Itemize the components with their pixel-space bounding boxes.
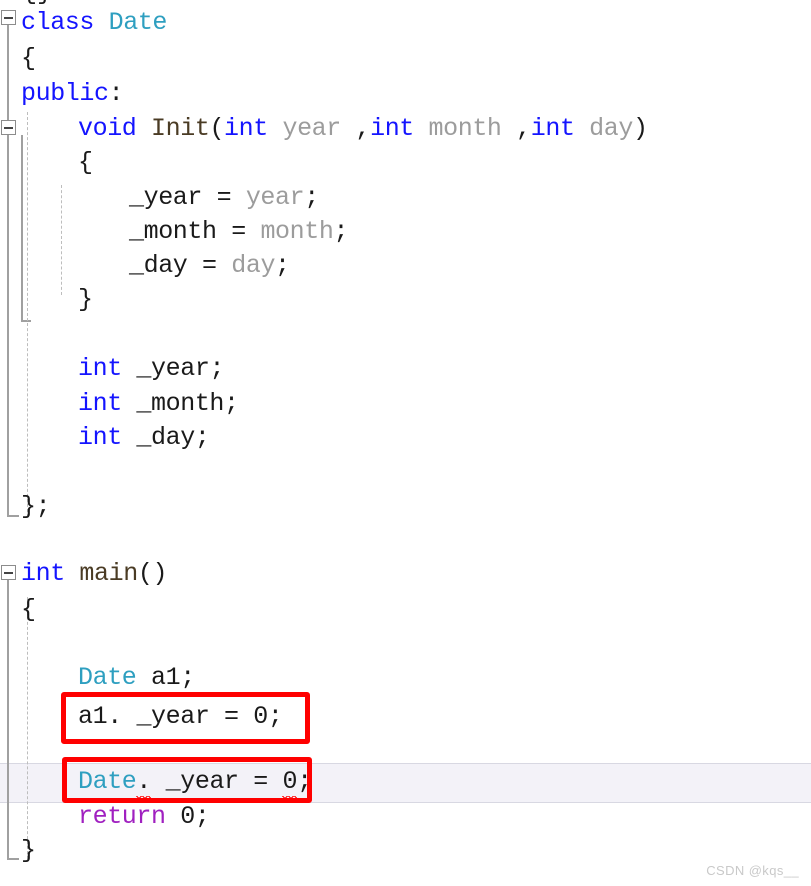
code-token: {: [21, 595, 36, 624]
code-token: main: [79, 559, 138, 588]
code-token: int: [370, 114, 429, 143]
code-token: int: [530, 114, 590, 143]
code-token: ,: [355, 114, 371, 143]
code-line[interactable]: void Init(int year ,int month ,int day): [78, 112, 648, 146]
code-token: int: [78, 354, 137, 383]
fold-toggle-class-date[interactable]: [1, 10, 16, 25]
fold-line-class-date: [7, 25, 9, 515]
indent-guide-main-body: [27, 597, 28, 859]
code-editor[interactable]: {} class Date { public: void Init(int ye…: [0, 0, 811, 886]
code-token: =: [216, 217, 261, 246]
code-token: ;: [275, 251, 290, 280]
code-token: }: [21, 836, 36, 865]
fold-foot-main-function: [7, 858, 19, 860]
code-token: =: [187, 251, 232, 280]
code-token: Init: [151, 114, 210, 143]
code-token: _year: [129, 183, 203, 212]
indent-guide-init-body: [61, 185, 62, 295]
code-token: ,: [516, 114, 531, 143]
code-token: month: [428, 114, 517, 143]
code-line[interactable]: int main(): [21, 557, 167, 591]
code-token-error: a1: [151, 663, 181, 692]
code-token: :: [108, 79, 124, 108]
code-token: _day: [136, 423, 195, 452]
code-token: ;: [224, 389, 239, 418]
code-token: _month: [129, 217, 217, 246]
code-line[interactable]: _year = year;: [129, 181, 319, 215]
code-token: year: [245, 183, 305, 212]
code-token: ;: [209, 354, 225, 383]
code-token: };: [21, 492, 51, 521]
code-token: int: [78, 423, 137, 452]
fold-toggle-main-function[interactable]: [1, 565, 16, 580]
code-token: Date: [108, 8, 168, 37]
code-line[interactable]: };: [21, 490, 51, 524]
code-token: day: [231, 251, 276, 280]
code-line[interactable]: int _year;: [78, 352, 224, 386]
code-line[interactable]: _day = day;: [129, 249, 290, 283]
code-line[interactable]: Date a1;: [78, 661, 195, 695]
code-token: class: [21, 8, 109, 37]
code-token: int: [21, 559, 80, 588]
code-token: month: [260, 217, 334, 246]
code-token: int: [224, 114, 283, 143]
code-line[interactable]: int _month;: [78, 387, 239, 421]
code-line[interactable]: _month = month;: [129, 215, 348, 249]
code-line[interactable]: int _day;: [78, 421, 210, 455]
code-line[interactable]: {: [78, 146, 93, 180]
code-token: ;: [304, 183, 319, 212]
code-token: _year: [136, 354, 210, 383]
code-token: return: [78, 802, 181, 831]
code-token: day: [589, 114, 633, 143]
code-token: int: [78, 389, 137, 418]
code-token: =: [202, 183, 246, 212]
fold-foot-init-method: [21, 320, 31, 322]
code-line[interactable]: public:: [21, 77, 124, 111]
code-token: _day: [129, 251, 188, 280]
code-line[interactable]: class Date: [21, 6, 167, 40]
indent-guide-class-body: [27, 112, 28, 517]
fold-toggle-init-method[interactable]: [1, 120, 16, 135]
code-token: public: [21, 79, 109, 108]
code-token: {: [78, 148, 93, 177]
code-token: void: [78, 114, 152, 143]
code-line[interactable]: {: [21, 593, 36, 627]
fold-foot-class-date: [7, 515, 19, 517]
code-token: year: [282, 114, 356, 143]
code-token: {: [21, 44, 36, 73]
code-token: (): [137, 559, 168, 588]
code-token: }: [78, 285, 93, 314]
code-token: 0: [180, 802, 195, 831]
code-token: (: [209, 114, 225, 143]
code-line[interactable]: }: [78, 283, 93, 317]
code-token: ): [632, 114, 648, 143]
code-token: ;: [194, 423, 210, 452]
code-line[interactable]: {: [21, 42, 36, 76]
code-token: ;: [194, 802, 210, 831]
fold-line-main-function: [7, 580, 9, 858]
code-line[interactable]: }: [21, 834, 36, 868]
annotation-box-a1-member-access: [61, 692, 310, 744]
watermark: CSDN @kqs__: [706, 863, 799, 878]
annotation-box-date-member-access: [62, 757, 312, 803]
code-token: Date: [78, 663, 152, 692]
code-token: _month: [136, 389, 225, 418]
fold-line-init-method: [21, 135, 23, 320]
code-token: ;: [333, 217, 349, 246]
code-token: ;: [180, 663, 195, 692]
code-line[interactable]: return 0;: [78, 800, 210, 834]
